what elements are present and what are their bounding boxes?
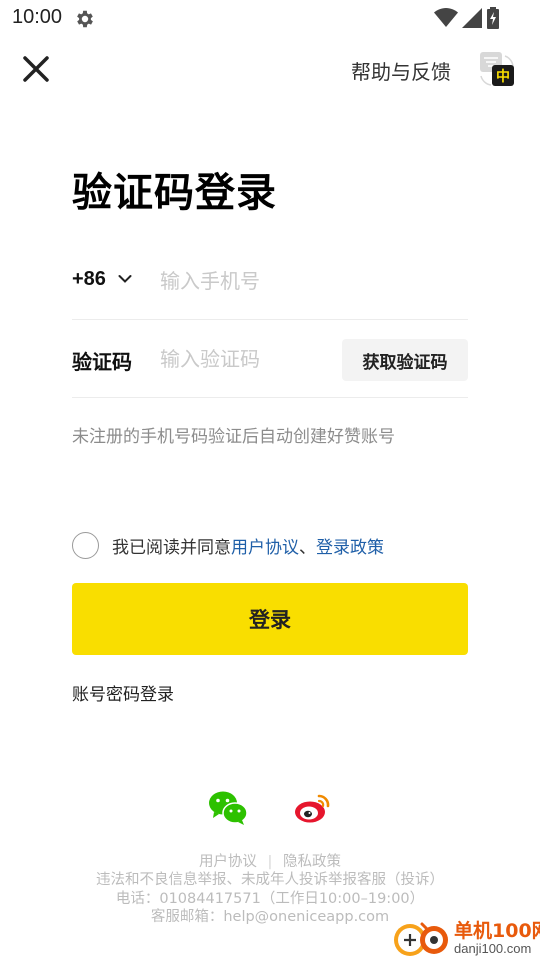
agreement-separator: 、 — [299, 537, 316, 558]
cellular-signal-icon — [462, 8, 482, 28]
agreement-row: 我已阅读并同意 用户协议 、 登录政策 — [72, 531, 384, 559]
chevron-down-icon[interactable] — [118, 274, 132, 284]
user-agreement-link[interactable]: 用户协议 — [231, 533, 299, 558]
verification-code-input[interactable] — [160, 342, 330, 376]
phone-row: +86 — [72, 250, 468, 320]
phone-input[interactable] — [160, 264, 460, 298]
watermark-domain: danji100.com — [454, 941, 532, 956]
help-feedback-link[interactable]: 帮助与反馈 — [351, 56, 451, 85]
battery-charging-icon — [487, 7, 499, 29]
agreement-prefix: 我已阅读并同意 — [112, 537, 231, 558]
page-title: 验证码登录 — [72, 170, 277, 216]
agreement-checkbox[interactable] — [72, 531, 99, 559]
login-policy-link[interactable]: 登录政策 — [316, 533, 384, 558]
wechat-icon[interactable] — [208, 790, 248, 826]
language-switch-icon[interactable]: 中 — [478, 50, 516, 88]
status-time: 10:00 — [12, 6, 63, 28]
close-icon[interactable] — [22, 55, 50, 83]
verification-label: 验证码 — [72, 350, 132, 374]
weibo-icon[interactable] — [292, 790, 332, 826]
settings-gear-icon — [77, 10, 93, 28]
password-login-link[interactable]: 账号密码登录 — [72, 680, 174, 705]
wifi-icon — [434, 8, 458, 27]
registration-hint: 未注册的手机号码验证后自动创建好赞账号 — [72, 427, 395, 447]
watermark-logo-icon — [394, 922, 448, 956]
watermark-name: 单机100网 — [454, 920, 540, 942]
country-code-selector[interactable]: +86 — [72, 268, 106, 291]
verification-row: 验证码 获取验证码 — [72, 330, 468, 398]
status-bar: 10:00 — [0, 0, 540, 36]
watermark: 单机100网 danji100.com — [388, 914, 540, 960]
login-button[interactable]: 登录 — [72, 583, 468, 655]
footer-report-line: 违法和不良信息举报、未成年人投诉举报客服（投诉） — [96, 872, 444, 888]
get-code-button[interactable]: 获取验证码 — [342, 339, 468, 381]
language-badge: 中 — [496, 68, 510, 85]
status-icons — [434, 6, 500, 30]
